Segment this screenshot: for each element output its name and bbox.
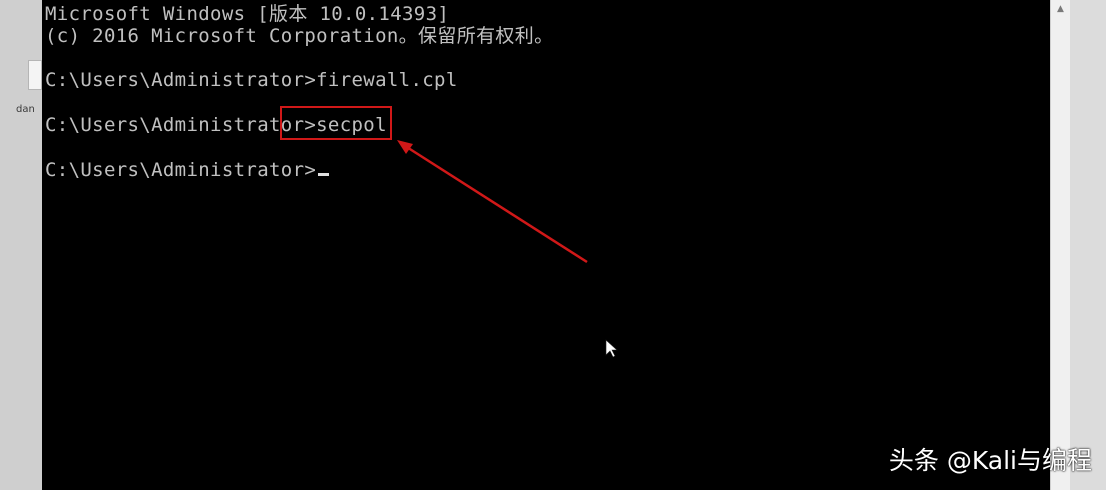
text-cursor-caret: [318, 173, 330, 176]
console-vertical-scrollbar[interactable]: ▲: [1050, 0, 1070, 490]
console-line-current-prompt[interactable]: C:\Users\Administrator>: [45, 158, 330, 182]
console-line-copyright: (c) 2016 Microsoft Corporation。保留所有权利。: [45, 25, 554, 47]
prompt-text: C:\Users\Administrator>: [45, 159, 317, 181]
console-line-firewall-command: C:\Users\Administrator>firewall.cpl: [45, 69, 458, 91]
desktop-background-left: dan: [0, 0, 42, 490]
desktop-background-right: [1070, 0, 1106, 490]
watermark-text: 头条 @Kali与编程: [888, 446, 1092, 475]
desktop-icon-label: dan: [16, 104, 35, 115]
scroll-up-arrow-icon[interactable]: ▲: [1051, 0, 1070, 18]
secpol-highlight-box: [280, 106, 392, 140]
command-prompt-console[interactable]: Microsoft Windows [版本 10.0.14393] (c) 20…: [42, 0, 1050, 490]
desktop-shortcut-icon[interactable]: [28, 60, 42, 90]
console-line-version: Microsoft Windows [版本 10.0.14393]: [45, 3, 450, 25]
